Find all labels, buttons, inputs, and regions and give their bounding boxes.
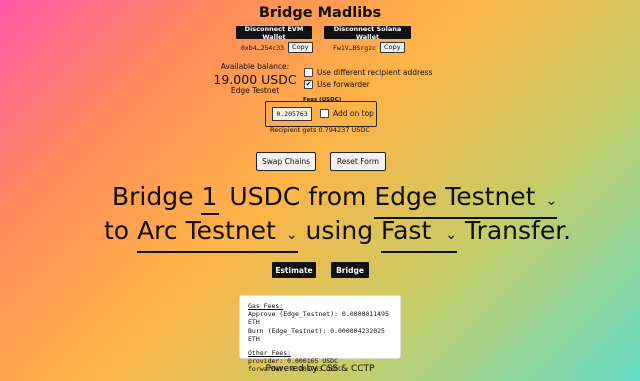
madlib-word-using: using [305,216,374,245]
fees-legend: Fees (USDC) [303,97,342,103]
gas-fee-line: Approve (Edge_Testnet): 0.0000011495 ETH [248,310,389,327]
speed-select[interactable]: Fast ⌄ [381,216,457,253]
from-chain-value: Edge Testnet [374,182,536,211]
fees-input[interactable]: 0.205763 [272,107,312,121]
solana-address-row: Fw1V…BSrgzc Copy [333,42,405,53]
different-recipient-option[interactable]: Use different recipient address [304,68,432,77]
madlib-word-to: to [104,216,130,245]
estimate-button[interactable]: Estimate [272,262,316,278]
from-chain-select[interactable]: Edge Testnet ⌄ [374,182,558,219]
evm-address-row: 0xb4…254c33 Copy [241,42,313,53]
amount-input[interactable]: 1 [201,182,220,215]
recipient-gets-text: Recipient gets 0.794237 USDC [270,126,370,134]
balance-label: Available balance: [220,62,290,71]
add-on-top-option[interactable]: Add on top [320,109,374,118]
gas-fee-line: Burn (Edge_Testnet): 0.000004232025 ETH [248,326,385,343]
chevron-down-icon: ⌄ [445,227,457,243]
solana-address: Fw1V…BSrgzc [333,43,377,52]
bridge-button[interactable]: Bridge [331,262,369,278]
gas-fees-header: Gas Fees: [248,302,284,310]
balance-value: 19.000 USDC [213,72,297,87]
swap-chains-button[interactable]: Swap Chains [256,152,316,171]
different-recipient-checkbox[interactable] [304,68,313,77]
add-on-top-checkbox[interactable] [320,109,329,118]
balance-network: Edge Testnet [230,86,280,95]
copy-solana-address-button[interactable]: Copy [380,42,405,53]
chevron-down-icon: ⌄ [285,227,298,243]
disconnect-evm-wallet-button[interactable]: Disconnect EVM Wallet [236,25,312,41]
different-recipient-label: Use different recipient address [317,68,433,77]
other-fees-header: Other Fees: [248,349,292,358]
add-on-top-label: Add on top [333,109,374,118]
madlib-word-transfer: Transfer. [464,216,572,245]
evm-address: 0xb4…254c33 [241,43,285,52]
footer-text: Powered by CSS & CCTP [265,364,375,374]
forwarder-checkbox[interactable]: ✔ [304,80,313,89]
madlib-word-usdc-from: USDC from [229,182,367,211]
to-chain-value: Arc Testnet [137,216,276,245]
chevron-down-icon: ⌄ [545,193,558,209]
page-title: Bridge Madlibs [258,5,382,21]
forwarder-option[interactable]: ✔ Use forwarder [304,80,370,89]
forwarder-label: Use forwarder [317,80,370,89]
reset-form-button[interactable]: Reset Form [330,152,386,171]
madlib-word-bridge: Bridge [112,182,194,211]
disconnect-solana-wallet-button[interactable]: Disconnect Solana Wallet [324,25,411,41]
speed-value: Fast [381,216,432,245]
estimate-output-panel: Gas Fees: Approve (Edge_Testnet): 0.0000… [239,295,401,373]
copy-evm-address-button[interactable]: Copy [288,42,313,53]
to-chain-select[interactable]: Arc Testnet ⌄ [137,216,298,253]
madlib-line-1: Bridge 1 USDC from Edge Testnet ⌄ [112,182,558,219]
madlib-line-2: to Arc Testnet ⌄ using Fast ⌄ Transfer. [104,216,571,253]
